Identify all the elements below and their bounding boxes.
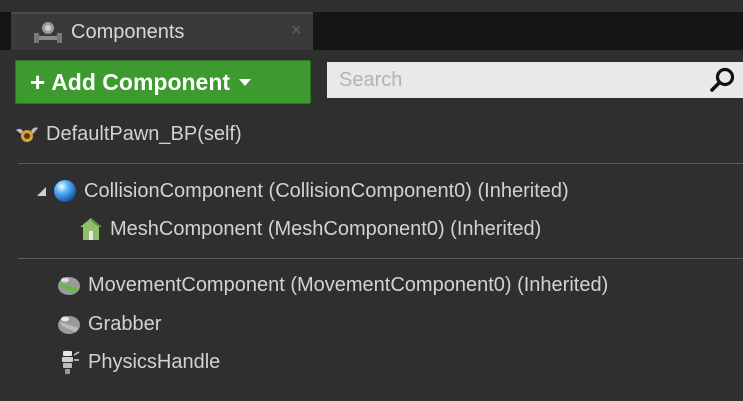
tab-bar: Components × <box>0 12 743 50</box>
tab-components[interactable]: Components × <box>11 12 313 50</box>
physics-handle-icon <box>62 351 80 374</box>
actor-component-icon <box>58 316 80 334</box>
tree-item-collision[interactable]: CollisionComponent (CollisionComponent0)… <box>34 173 569 209</box>
tree-item-grabber[interactable]: Grabber <box>56 306 161 342</box>
sphere-icon <box>54 180 76 202</box>
actor-component-icon <box>58 277 80 295</box>
tree-item-label: MeshComponent (MeshComponent0) (Inherite… <box>110 217 542 240</box>
tree-item-label: CollisionComponent (CollisionComponent0)… <box>84 179 569 202</box>
search-icon[interactable] <box>709 66 737 94</box>
tree-item-label: MovementComponent (MovementComponent0) (… <box>88 273 609 296</box>
tree-item-label: PhysicsHandle <box>88 350 221 373</box>
static-mesh-icon <box>80 218 102 240</box>
divider <box>18 163 743 164</box>
divider <box>18 258 743 259</box>
plus-icon: + <box>30 67 46 97</box>
add-component-button[interactable]: + Add Component <box>15 60 311 104</box>
pawn-icon <box>16 127 38 142</box>
close-icon[interactable]: × <box>291 20 302 41</box>
tree-item-label: DefaultPawn_BP(self) <box>46 122 242 145</box>
components-icon <box>34 22 62 43</box>
add-component-label: Add Component <box>51 68 231 95</box>
tab-label: Components <box>71 21 185 43</box>
expanded-triangle-icon[interactable] <box>34 184 48 198</box>
tree-item-mesh[interactable]: MeshComponent (MeshComponent0) (Inherite… <box>78 211 541 247</box>
search-box[interactable] <box>327 62 743 98</box>
panel-top-strip <box>0 0 743 12</box>
tree-item-label: Grabber <box>88 312 162 335</box>
tree-item-movement[interactable]: MovementComponent (MovementComponent0) (… <box>56 267 608 303</box>
search-input[interactable] <box>327 62 697 98</box>
tree-item-root[interactable]: DefaultPawn_BP(self) <box>14 116 242 152</box>
toolbar: + Add Component <box>0 50 743 116</box>
chevron-down-icon <box>239 79 252 86</box>
tree-item-physics-handle[interactable]: PhysicsHandle <box>56 344 220 380</box>
